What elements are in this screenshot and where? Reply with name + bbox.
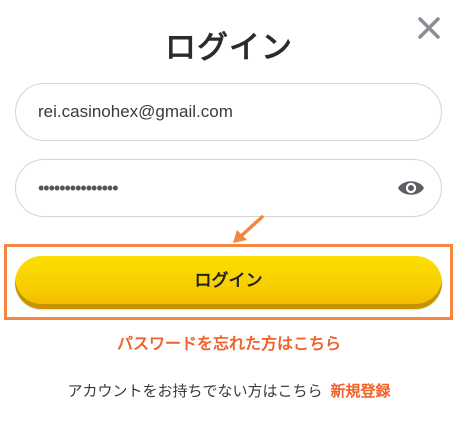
eye-icon[interactable]	[397, 177, 425, 199]
page-title: ログイン	[165, 30, 293, 66]
password-input[interactable]	[38, 160, 378, 216]
no-account-text: アカウントをお持ちでない方はこちら	[67, 382, 323, 400]
arrow-icon	[233, 215, 264, 243]
login-modal: ログイン ログイン パスワードを忘れた方はこちら アカウントをお持ちでない方はこ…	[0, 0, 458, 433]
password-field-container	[15, 159, 442, 217]
email-input[interactable]	[38, 84, 378, 140]
login-button[interactable]: ログイン	[15, 256, 442, 309]
close-icon[interactable]	[411, 10, 447, 46]
email-field-container	[15, 83, 442, 141]
register-link[interactable]: 新規登録	[331, 382, 391, 400]
forgot-password-link[interactable]: パスワードを忘れた方はこちら	[0, 330, 458, 354]
signup-row: アカウントをお持ちでない方はこちら 新規登録	[0, 380, 458, 401]
